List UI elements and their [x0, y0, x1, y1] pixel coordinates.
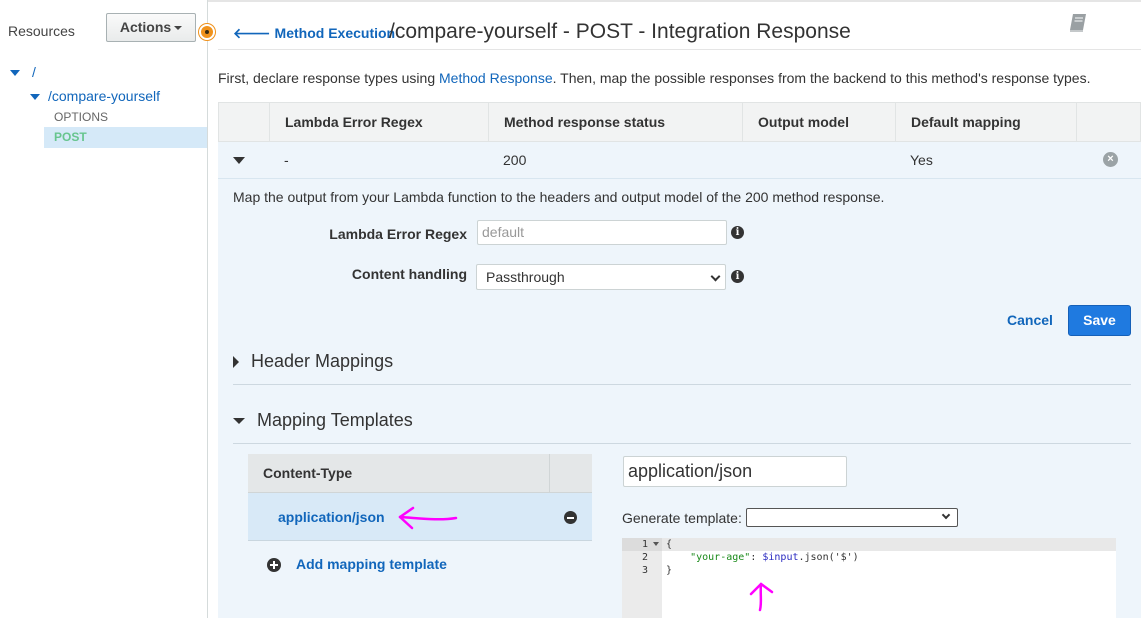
regex-label: Lambda Error Regex: [329, 226, 467, 242]
code-variable: $input: [762, 552, 799, 563]
generate-template-select[interactable]: [746, 508, 958, 527]
actions-button[interactable]: Actions: [106, 13, 196, 42]
column-method-response-status: Method response status: [488, 103, 742, 141]
list-item[interactable]: application/json: [248, 493, 592, 541]
response-detail-panel: Map the output from your Lambda function…: [218, 179, 1141, 618]
intro-after: . Then, map the possible responses from …: [552, 70, 1091, 86]
tree-item-compare-yourself[interactable]: /compare-yourself: [30, 88, 160, 104]
line-number: 2: [641, 552, 648, 563]
row-default-mapping: Yes: [910, 152, 933, 168]
generate-template-label: Generate template:: [622, 510, 742, 526]
tree-resource-label: /compare-yourself: [48, 88, 161, 104]
column-lambda-error-regex: Lambda Error Regex: [269, 103, 489, 141]
caret-down-icon: [233, 418, 245, 425]
method-execution-link[interactable]: 🡐 Method Execution: [233, 25, 395, 42]
code-colon: :: [750, 552, 763, 563]
save-button[interactable]: Save: [1068, 305, 1131, 336]
cancel-button[interactable]: Cancel: [1007, 312, 1053, 328]
column-output-model: Output model: [742, 103, 895, 141]
column-default-mapping: Default mapping: [895, 103, 1076, 141]
template-code-editor[interactable]: 1 2 3 { "your-age": $input.json('$') }: [622, 538, 1116, 618]
mapping-templates-title: Mapping Templates: [257, 410, 413, 430]
content-type-column: Content-Type: [263, 465, 353, 481]
content-type-header: Content-Type: [248, 454, 592, 493]
code-string: "your-age": [690, 552, 751, 563]
remove-icon[interactable]: ×: [1103, 152, 1118, 167]
caret-down-icon: [174, 26, 183, 31]
column-actions: [1076, 103, 1140, 141]
resources-title: Resources: [8, 23, 75, 39]
row-status: 200: [503, 152, 527, 168]
fold-icon[interactable]: [653, 542, 659, 546]
intro-text: First, declare response types using Meth…: [218, 70, 1090, 86]
editor-gutter: 1 2 3: [622, 538, 662, 618]
caret-down-icon[interactable]: [233, 157, 245, 164]
line-number: 3: [641, 565, 648, 576]
minus-icon[interactable]: [564, 511, 577, 524]
info-icon[interactable]: i: [731, 270, 744, 283]
header-divider: [218, 49, 1141, 50]
content-handling-value: Passthrough: [486, 269, 565, 285]
plus-icon[interactable]: [267, 558, 281, 572]
mapping-templates-toggle[interactable]: Mapping Templates: [233, 410, 413, 431]
panel-description: Map the output from your Lambda function…: [233, 189, 885, 205]
add-mapping-template-link[interactable]: Add mapping template: [296, 556, 447, 572]
tree-root-label: /: [32, 64, 36, 80]
content-type-input[interactable]: application/json: [623, 456, 847, 487]
intro-before: First, declare response types using: [218, 70, 439, 86]
chevron-down-icon: [941, 510, 951, 520]
actions-label: Actions: [119, 19, 172, 35]
expand-icon[interactable]: [10, 70, 20, 77]
tree-method-post[interactable]: POST: [44, 127, 207, 148]
code-call: .json('$'): [798, 552, 859, 563]
back-label: Method Execution: [274, 25, 396, 41]
line-number: 1: [641, 539, 648, 550]
section-divider: [233, 443, 1131, 444]
active-line-highlight: [622, 538, 1116, 551]
book-icon[interactable]: [1069, 13, 1087, 33]
tree-item-root[interactable]: /: [10, 64, 36, 80]
content-handling-label: Content handling: [351, 266, 467, 282]
header-mappings-title: Header Mappings: [251, 351, 394, 371]
resources-pane: Resources Actions / /compare-yourself OP…: [0, 0, 208, 618]
chevron-down-icon: [710, 271, 721, 282]
resize-handle-icon[interactable]: [199, 24, 215, 40]
expand-icon[interactable]: [30, 94, 40, 101]
responses-table-header: Lambda Error Regex Method response statu…: [218, 102, 1141, 142]
method-response-link[interactable]: Method Response: [439, 70, 553, 86]
arrow-left-icon: 🡐: [233, 25, 271, 41]
table-row[interactable]: - 200 Yes ×: [218, 142, 1141, 179]
info-icon[interactable]: i: [731, 226, 744, 239]
code-line: "your-age": $input.json('$'): [666, 551, 859, 564]
page-title: /compare-yourself - POST - Integration R…: [389, 20, 851, 43]
code-line: {: [666, 539, 673, 550]
content-handling-select[interactable]: Passthrough: [476, 264, 726, 290]
header-mappings-toggle[interactable]: Header Mappings: [233, 351, 393, 372]
section-divider: [233, 384, 1131, 385]
content-type-item[interactable]: application/json: [278, 509, 385, 525]
column-divider: [549, 454, 550, 493]
regex-input[interactable]: default: [477, 220, 727, 245]
tree-method-options[interactable]: OPTIONS: [54, 110, 108, 124]
caret-right-icon: [233, 356, 239, 369]
code-line: }: [666, 565, 673, 576]
row-regex: -: [284, 152, 289, 168]
